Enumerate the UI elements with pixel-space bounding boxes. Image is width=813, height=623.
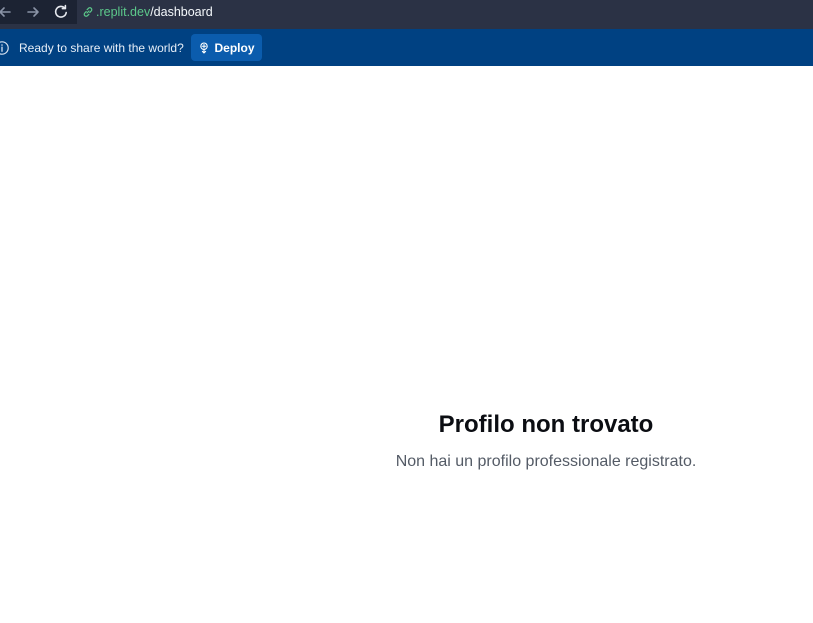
link-icon bbox=[81, 5, 95, 19]
banner-message: Ready to share with the world? bbox=[19, 41, 184, 55]
main-content: Profilo non trovato Non hai un profilo p… bbox=[0, 66, 813, 623]
deploy-banner: Ready to share with the world? bbox=[0, 29, 813, 66]
browser-toolbar: .replit.dev/dashboard bbox=[0, 0, 813, 24]
url-host: .replit.dev bbox=[96, 5, 151, 19]
reload-icon bbox=[54, 4, 67, 18]
arrow-right-icon bbox=[27, 7, 39, 17]
forward-button[interactable] bbox=[24, 3, 42, 21]
arrow-left-icon bbox=[0, 7, 11, 17]
deploy-icon bbox=[200, 41, 209, 54]
page-subtitle: Non hai un profilo professionale registr… bbox=[395, 453, 697, 470]
reload-button[interactable] bbox=[52, 3, 70, 21]
address-bar[interactable]: .replit.dev/dashboard bbox=[77, 0, 813, 24]
url-path: /dashboard bbox=[150, 5, 213, 19]
deploy-button[interactable]: Deploy bbox=[191, 34, 262, 61]
page-title: Profilo non trovato bbox=[438, 411, 654, 438]
deploy-label: Deploy bbox=[214, 40, 255, 55]
back-button[interactable] bbox=[0, 3, 14, 21]
info-icon bbox=[0, 41, 9, 55]
